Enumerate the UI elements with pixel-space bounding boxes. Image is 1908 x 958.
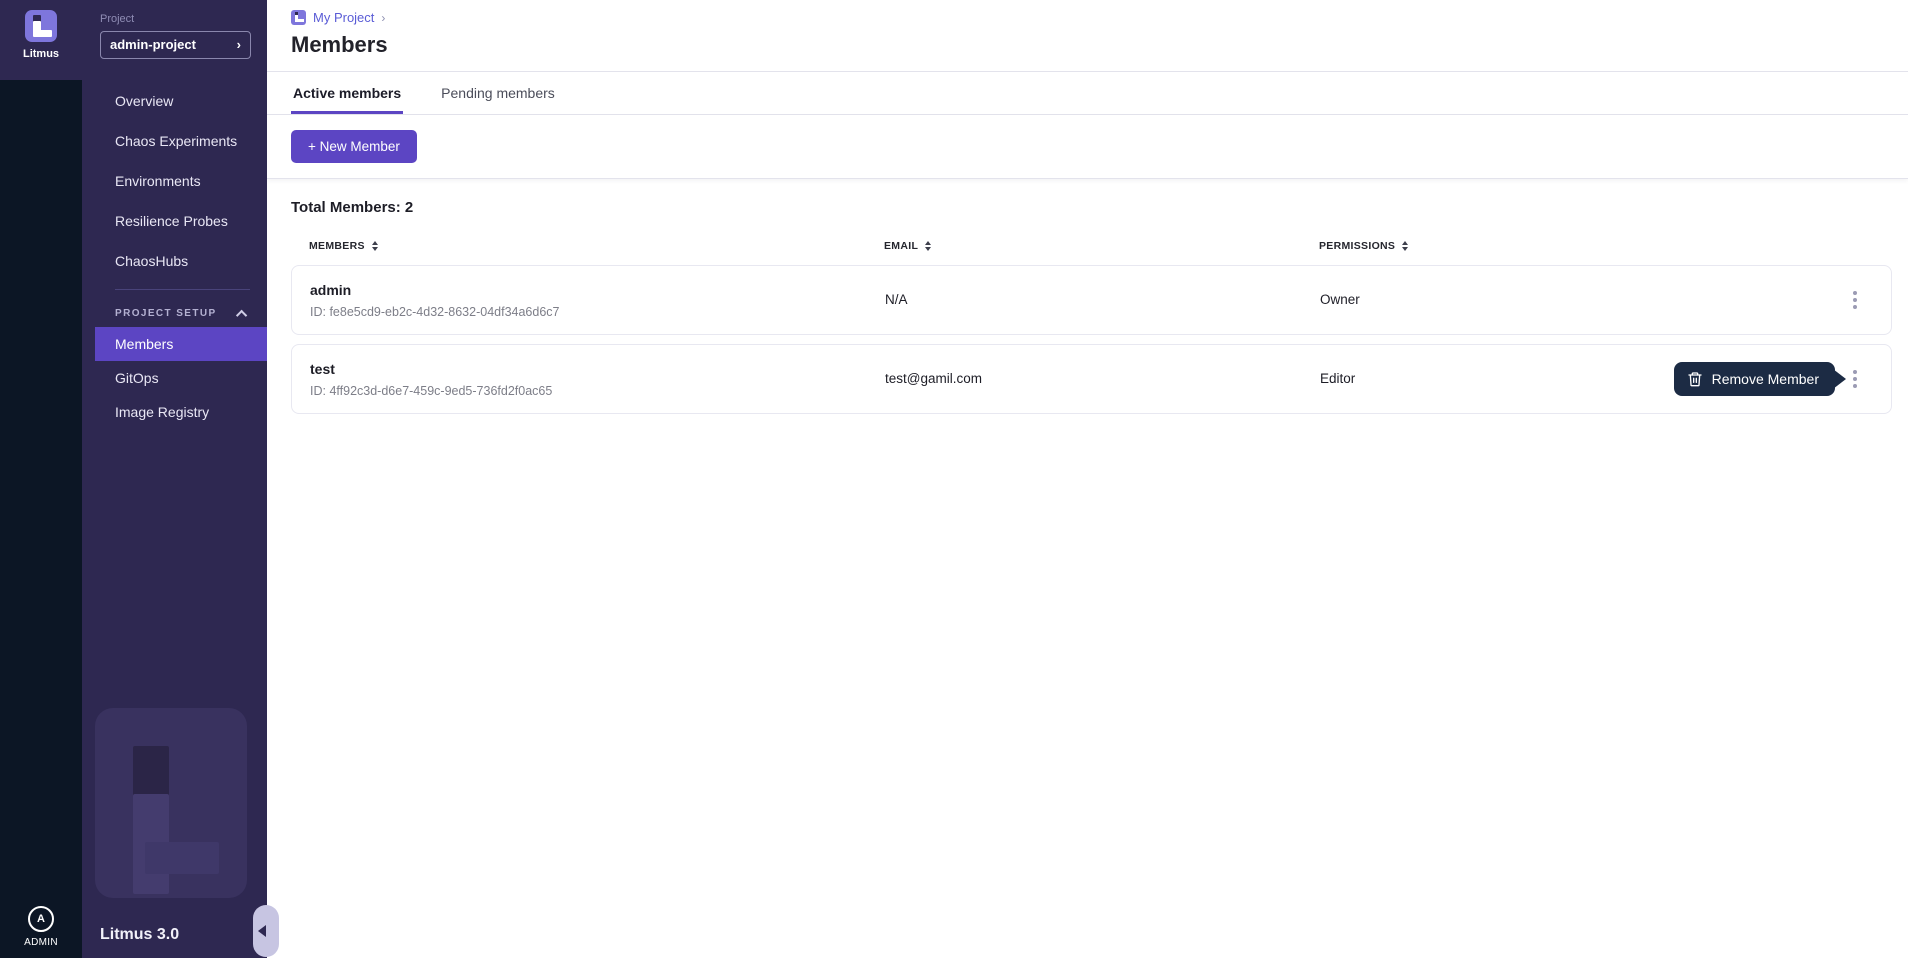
kebab-menu-icon[interactable] bbox=[1847, 364, 1863, 394]
trash-icon bbox=[1687, 371, 1703, 387]
table-row: test ID: 4ff92c3d-d6e7-459c-9ed5-736fd2f… bbox=[291, 344, 1892, 414]
project-selector[interactable]: admin-project › bbox=[100, 31, 251, 59]
member-name: test bbox=[310, 361, 885, 377]
member-permission: Editor bbox=[1320, 371, 1355, 386]
column-header-permissions: PERMISSIONS bbox=[1319, 240, 1836, 252]
project-selector-value: admin-project bbox=[110, 37, 196, 52]
user-avatar[interactable]: A bbox=[28, 906, 54, 932]
breadcrumb: My Project › bbox=[267, 0, 1908, 25]
sidebar-nav: Overview Chaos Experiments Environments … bbox=[82, 81, 267, 281]
tab-active-members[interactable]: Active members bbox=[291, 72, 403, 114]
breadcrumb-link-my-project[interactable]: My Project bbox=[313, 10, 374, 25]
sidebar-item-gitops[interactable]: GitOps bbox=[82, 361, 267, 395]
remove-member-menu-item[interactable]: Remove Member bbox=[1674, 362, 1835, 396]
kebab-menu-icon[interactable] bbox=[1847, 285, 1863, 315]
rail-brand-label: Litmus bbox=[23, 48, 59, 60]
tab-pending-members[interactable]: Pending members bbox=[439, 72, 557, 114]
user-label: ADMIN bbox=[24, 937, 58, 948]
app-window: Litmus A ADMIN Project admin-project › O… bbox=[0, 0, 1908, 958]
sidebar-item-chaos-experiments[interactable]: Chaos Experiments bbox=[82, 121, 267, 161]
chevron-right-icon: › bbox=[237, 38, 241, 51]
members-sort-icon[interactable] bbox=[372, 241, 378, 251]
sidebar-item-resilience-probes[interactable]: Resilience Probes bbox=[82, 201, 267, 241]
sidebar-item-members[interactable]: Members bbox=[95, 327, 267, 361]
member-permission: Owner bbox=[1320, 292, 1360, 307]
tab-bar: Active members Pending members bbox=[267, 72, 1908, 115]
rail-user-area: A ADMIN bbox=[24, 906, 58, 958]
left-rail: Litmus A ADMIN bbox=[0, 0, 82, 958]
project-setup-section-toggle[interactable]: PROJECT SETUP bbox=[82, 290, 267, 327]
remove-member-label: Remove Member bbox=[1712, 371, 1819, 387]
project-setup-label: PROJECT SETUP bbox=[115, 308, 217, 319]
breadcrumb-chevron-icon: › bbox=[381, 11, 385, 25]
sidebar-item-overview[interactable]: Overview bbox=[82, 81, 267, 121]
collapse-left-icon bbox=[258, 925, 266, 937]
rail-logo-area: Litmus bbox=[0, 0, 82, 80]
project-icon bbox=[291, 10, 306, 25]
members-table-section: Total Members: 2 MEMBERS EMAIL PERMISSIO… bbox=[267, 179, 1908, 423]
sidebar-item-chaoshubs[interactable]: ChaosHubs bbox=[82, 241, 267, 281]
member-email: N/A bbox=[885, 292, 908, 307]
table-row: admin ID: fe8e5cd9-eb2c-4d32-8632-04df34… bbox=[291, 265, 1892, 335]
chevron-up-icon bbox=[236, 309, 247, 320]
sidebar: Project admin-project › Overview Chaos E… bbox=[82, 0, 267, 958]
version-label: Litmus 3.0 bbox=[100, 926, 179, 944]
column-header-email: EMAIL bbox=[884, 240, 1319, 252]
member-id: ID: 4ff92c3d-d6e7-459c-9ed5-736fd2f0ac65 bbox=[310, 384, 885, 398]
sidebar-collapse-button[interactable] bbox=[253, 905, 279, 957]
member-email: test@gamil.com bbox=[885, 371, 982, 386]
sidebar-item-image-registry[interactable]: Image Registry bbox=[82, 395, 267, 429]
litmus-watermark-logo bbox=[95, 708, 247, 898]
sidebar-item-environments[interactable]: Environments bbox=[82, 161, 267, 201]
member-id: ID: fe8e5cd9-eb2c-4d32-8632-04df34a6d6c7 bbox=[310, 305, 885, 319]
main-content: My Project › Members Active members Pend… bbox=[267, 0, 1908, 958]
column-header-members: MEMBERS bbox=[309, 240, 884, 252]
sidebar-setup-nav: Members GitOps Image Registry bbox=[82, 327, 267, 429]
page-title: Members bbox=[267, 25, 1908, 72]
project-label: Project bbox=[82, 0, 267, 31]
total-members-label: Total Members: 2 bbox=[291, 199, 1892, 216]
permissions-sort-icon[interactable] bbox=[1402, 241, 1408, 251]
email-sort-icon[interactable] bbox=[925, 241, 931, 251]
new-member-button[interactable]: + New Member bbox=[291, 130, 417, 163]
table-header-row: MEMBERS EMAIL PERMISSIONS bbox=[291, 240, 1892, 265]
member-name: admin bbox=[310, 282, 885, 298]
litmus-logo-icon bbox=[25, 10, 57, 42]
toolbar: + New Member bbox=[267, 115, 1908, 179]
